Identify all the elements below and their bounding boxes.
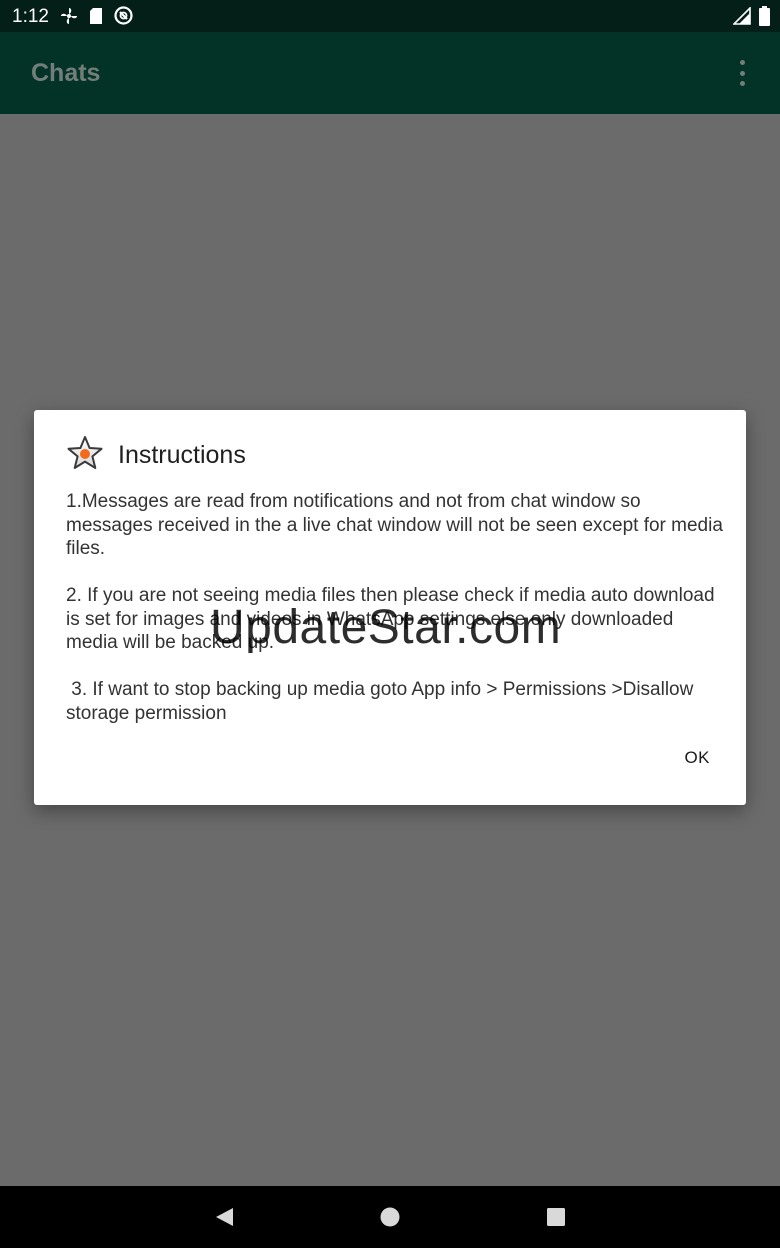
dialog-header: Instructions: [66, 435, 246, 476]
back-icon[interactable]: [211, 1204, 237, 1230]
recents-icon[interactable]: [543, 1204, 569, 1230]
dialog-body: 1.Messages are read from notifications a…: [66, 490, 726, 749]
instruction-paragraph-2: 2. If you are not seeing media files the…: [66, 585, 715, 653]
fan-icon: [60, 7, 78, 30]
more-vert-icon[interactable]: [730, 58, 754, 88]
ok-button[interactable]: OK: [684, 748, 710, 768]
instruction-paragraph-1: 1.Messages are read from notifications a…: [66, 491, 723, 559]
star-icon: [66, 435, 104, 476]
battery-icon: [759, 6, 770, 31]
navigation-bar: [0, 1186, 780, 1248]
status-bar: 1:12: [0, 0, 780, 32]
dialog-title: Instructions: [118, 441, 246, 469]
sd-card-icon: [88, 7, 104, 30]
status-icons-left: [60, 6, 133, 30]
instruction-paragraph-3: 3. If want to stop backing up media goto…: [66, 679, 699, 724]
home-icon[interactable]: [377, 1204, 403, 1230]
instructions-dialog: Instructions 1.Messages are read from no…: [34, 410, 746, 805]
app-bar: Chats: [0, 32, 780, 114]
signal-icon: [732, 6, 751, 30]
sync-icon: [114, 6, 133, 30]
status-icons-right: [732, 6, 770, 31]
app-title: Chats: [31, 59, 101, 87]
status-time: 1:12: [12, 6, 49, 27]
